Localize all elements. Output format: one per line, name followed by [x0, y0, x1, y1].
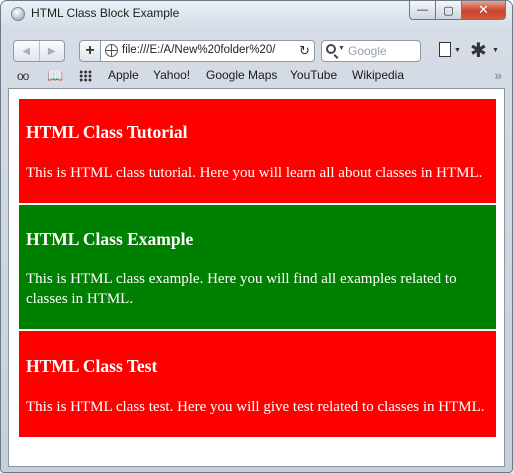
window-title: HTML Class Block Example: [31, 6, 180, 20]
chevron-down-icon: ▼: [454, 47, 461, 54]
block-text: This is HTML class example. Here you wil…: [26, 271, 457, 307]
page-viewport: HTML Class Tutorial This is HTML class t…: [8, 88, 505, 467]
class-block-example: HTML Class Example This is HTML class ex…: [19, 205, 496, 329]
bookmark-wikipedia[interactable]: Wikipedia: [352, 68, 404, 82]
bookmark-google-maps[interactable]: Google Maps: [206, 68, 277, 82]
chevron-down-icon: ▼: [492, 47, 499, 54]
address-url[interactable]: file:///E:/A/New%20folder%20/: [122, 44, 292, 56]
block-heading: HTML Class Test: [26, 356, 158, 376]
browser-app-icon[interactable]: [11, 7, 25, 21]
globe-icon: [105, 44, 118, 57]
block-heading: HTML Class Example: [26, 229, 194, 249]
search-input[interactable]: [348, 43, 416, 59]
add-bookmark-button[interactable]: +: [79, 40, 101, 62]
block-heading: HTML Class Tutorial: [26, 122, 188, 142]
block-text: This is HTML class tutorial. Here you wi…: [26, 165, 483, 181]
address-bar[interactable]: file:///E:/A/New%20folder%20/ ↻: [101, 40, 315, 62]
page-menu-button[interactable]: ▼: [437, 41, 463, 61]
class-block-test: HTML Class Test This is HTML class test.…: [19, 331, 496, 437]
page-icon: [439, 42, 451, 57]
bookmarks-bar: oo 📖 Apple Yahoo! Google Maps YouTube Wi…: [9, 67, 506, 85]
bookmark-apple[interactable]: Apple: [108, 68, 139, 82]
title-bar: HTML Class Block Example — ▢ ✕: [1, 1, 512, 27]
back-forward-group: ◀ ▶: [13, 40, 65, 62]
forward-button[interactable]: ▶: [40, 41, 65, 61]
maximize-button[interactable]: ▢: [436, 1, 462, 20]
bookmarks-book-icon[interactable]: 📖: [47, 67, 63, 85]
close-button[interactable]: ✕: [462, 1, 506, 20]
bookmarks-overflow-icon[interactable]: »: [494, 67, 502, 83]
class-block-tutorial: HTML Class Tutorial This is HTML class t…: [19, 99, 496, 203]
search-icon[interactable]: [326, 44, 336, 54]
search-engine-caret-icon[interactable]: ▼: [338, 45, 345, 52]
gear-icon: ✱: [470, 40, 487, 62]
back-button[interactable]: ◀: [14, 41, 40, 61]
block-text: This is HTML class test. Here you will g…: [26, 399, 485, 415]
reading-list-icon[interactable]: oo: [17, 67, 29, 85]
bookmark-youtube[interactable]: YouTube: [290, 68, 337, 82]
top-sites-grid-icon[interactable]: [79, 70, 92, 82]
window-controls: — ▢ ✕: [409, 1, 506, 20]
settings-menu-button[interactable]: ✱ ▼: [468, 40, 504, 62]
reload-icon[interactable]: ↻: [299, 43, 310, 59]
browser-window: HTML Class Block Example — ▢ ✕ ◀ ▶ + fil…: [0, 0, 513, 473]
search-box[interactable]: ▼: [321, 40, 421, 62]
bookmark-yahoo[interactable]: Yahoo!: [153, 68, 190, 82]
navigation-toolbar: ◀ ▶ + file:///E:/A/New%20folder%20/ ↻ ▼ …: [9, 38, 506, 64]
minimize-button[interactable]: —: [409, 1, 436, 20]
